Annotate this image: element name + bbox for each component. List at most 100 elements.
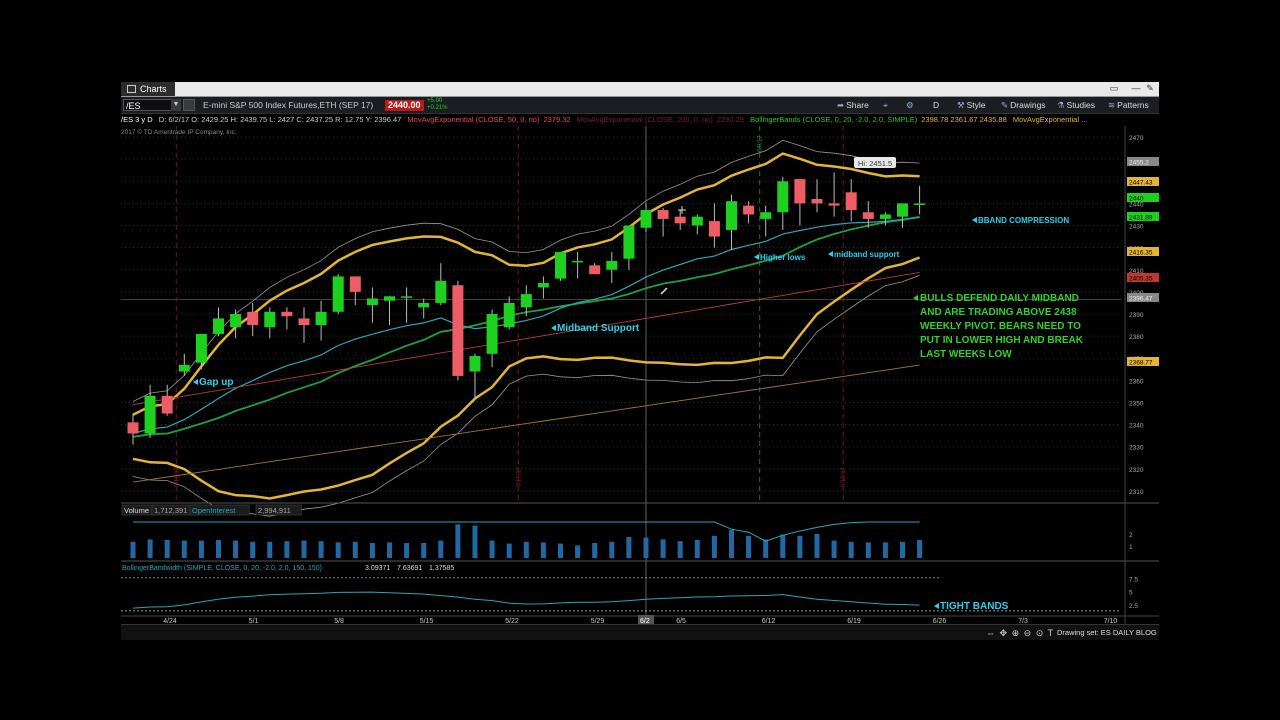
open-interest-label: OpenInterest: [192, 506, 236, 515]
annotation-arrow: [828, 251, 833, 257]
volume-bar: [711, 535, 717, 558]
candle-body: [469, 356, 481, 372]
candle-body: [144, 395, 156, 434]
bbw-label: BollingerBandwidth (SIMPLE, CLOSE, 0, 20…: [122, 565, 322, 572]
event-marker-label: 6/19/17: [841, 466, 847, 487]
volume-bar: [729, 529, 734, 558]
drawing-set-label[interactable]: Drawing set: ES DAILY BLOG ...: [1057, 625, 1159, 640]
bbw-value-1: 3.09371: [365, 565, 390, 572]
volume-label: Volume: [124, 506, 149, 515]
candle-body: [794, 179, 806, 204]
candle-body: [178, 364, 190, 372]
candle-body: [213, 318, 224, 334]
volume-bar: [797, 535, 803, 558]
candle-body: [572, 260, 584, 263]
zoom-fit-icon[interactable]: ⊙: [1036, 628, 1045, 638]
volume-bar: [318, 541, 324, 558]
ema-last-label[interactable]: MovAvgExponential ...: [1013, 115, 1088, 124]
candle-body: [623, 225, 635, 259]
price-chart[interactable]: 5/19/17 5/19/17 6/19/176/9/17 Gap upMidban…: [121, 82, 1159, 624]
candle-body: [349, 276, 361, 292]
candle-body: [264, 311, 276, 328]
volume-bar: [250, 541, 256, 558]
navigation-icons[interactable]: ⇔ ✥ ⊕ ⊖ ⊙ T: [986, 625, 1054, 640]
candle-body: [555, 252, 566, 279]
ema50-label[interactable]: MovAvgExponential (CLOSE, 50, 0, no): [407, 115, 539, 124]
study-header: /ES 3 y D D: 6/2/17 O: 2429.25 H: 2439.7…: [121, 114, 1121, 126]
candle-body: [520, 294, 532, 308]
volume-bar: [780, 534, 786, 558]
candle-body: [674, 216, 686, 224]
price-label: 2440: [1129, 196, 1144, 203]
volume-bar: [284, 541, 290, 558]
volume-bar: [540, 542, 546, 558]
candle-body: [708, 221, 720, 237]
price-tick: 2350: [1129, 400, 1144, 407]
annotation-midband-support: Midband Support: [557, 323, 640, 334]
bbw-tick: 7.5: [1129, 576, 1138, 583]
crosshair-nav-icon[interactable]: ✥: [1000, 628, 1009, 638]
annotation-bulls-line: WEEKLY PIVOT. BEARS NEED TO: [920, 321, 1081, 332]
price-label: 2431.89: [1129, 215, 1153, 222]
candle-body: [418, 302, 430, 308]
bbw-value-2: 7.63691: [397, 565, 422, 572]
candle-body: [161, 395, 173, 414]
annotation-arrow: [934, 603, 939, 609]
volume-bar: [900, 541, 905, 558]
ema50-value: 2379.32: [543, 115, 571, 124]
price-tick: 2310: [1129, 489, 1144, 496]
volume-bar: [917, 540, 923, 558]
candle-body: [811, 198, 823, 204]
candle-body: [366, 298, 378, 306]
volume-bar: [438, 540, 444, 558]
volume-bar: [677, 541, 683, 558]
candle-body: [862, 212, 874, 219]
candle-body: [384, 296, 395, 301]
volume-panel: Volume 1,712,391 OpenInterest 2,994,911 2 1: [121, 504, 1133, 558]
price-label: 2405.35: [1129, 276, 1153, 283]
candles: [127, 172, 926, 445]
volume-bar: [575, 545, 581, 558]
volume-bar: [404, 543, 410, 558]
ema-short-line: [132, 216, 920, 434]
candle-body: [503, 302, 515, 328]
volume-bar: [352, 541, 358, 558]
text-tool-icon[interactable]: T: [1048, 628, 1055, 638]
bbw-line: [132, 591, 920, 609]
event-marker-label: 6/9/17: [758, 135, 764, 152]
candle-body: [743, 205, 755, 215]
candle-body: [195, 333, 207, 363]
price-tick: 2360: [1129, 378, 1144, 385]
volume-bar: [130, 541, 136, 558]
ema200-value: 2290.29: [716, 115, 744, 124]
charts-window: Charts ▭ — ✎ /ES ▼ E-mini S&P 500 Index …: [121, 82, 1159, 640]
volume-bar: [489, 540, 495, 558]
candle-body: [691, 216, 703, 226]
price-tick: 2380: [1129, 334, 1144, 341]
price-label: 2396.47: [1129, 296, 1153, 303]
annotation-bulls-line: PUT IN LOWER HIGH AND BREAK: [920, 335, 1084, 346]
annotation-bband-compression: BBAND COMPRESSION: [978, 216, 1069, 225]
annotation-arrow: [754, 254, 759, 260]
volume-bar: [164, 540, 170, 558]
ema200-label[interactable]: MovAvgExponential (CLOSE, 200, 0, no): [577, 115, 713, 124]
volume-bar: [387, 542, 392, 558]
bbw-value-3: 1.37585: [429, 565, 454, 572]
volume-bar: [609, 541, 615, 558]
annotation-bulls-line: AND ARE TRADING ABOVE 2438: [920, 307, 1077, 318]
volume-bar: [506, 543, 512, 558]
zoom-out-icon[interactable]: ⊖: [1024, 628, 1033, 638]
period-label: /ES 3 y D: [121, 115, 153, 124]
crosshair-icon: [678, 206, 686, 214]
bb-label[interactable]: BollingerBands (CLOSE, 0, 20, -2.0, 2.0,…: [750, 115, 917, 124]
price-tick: 2430: [1129, 224, 1144, 231]
candle-body: [435, 280, 447, 303]
candle-body: [640, 210, 652, 228]
candle-body: [452, 285, 464, 376]
volume-bar: [267, 541, 273, 558]
candle-body: [760, 212, 772, 219]
zoom-in-icon[interactable]: ⊕: [1012, 628, 1021, 638]
rewind-icon[interactable]: ⇔: [986, 628, 996, 638]
candle-body: [127, 422, 139, 434]
annotation-arrow: [551, 325, 556, 331]
